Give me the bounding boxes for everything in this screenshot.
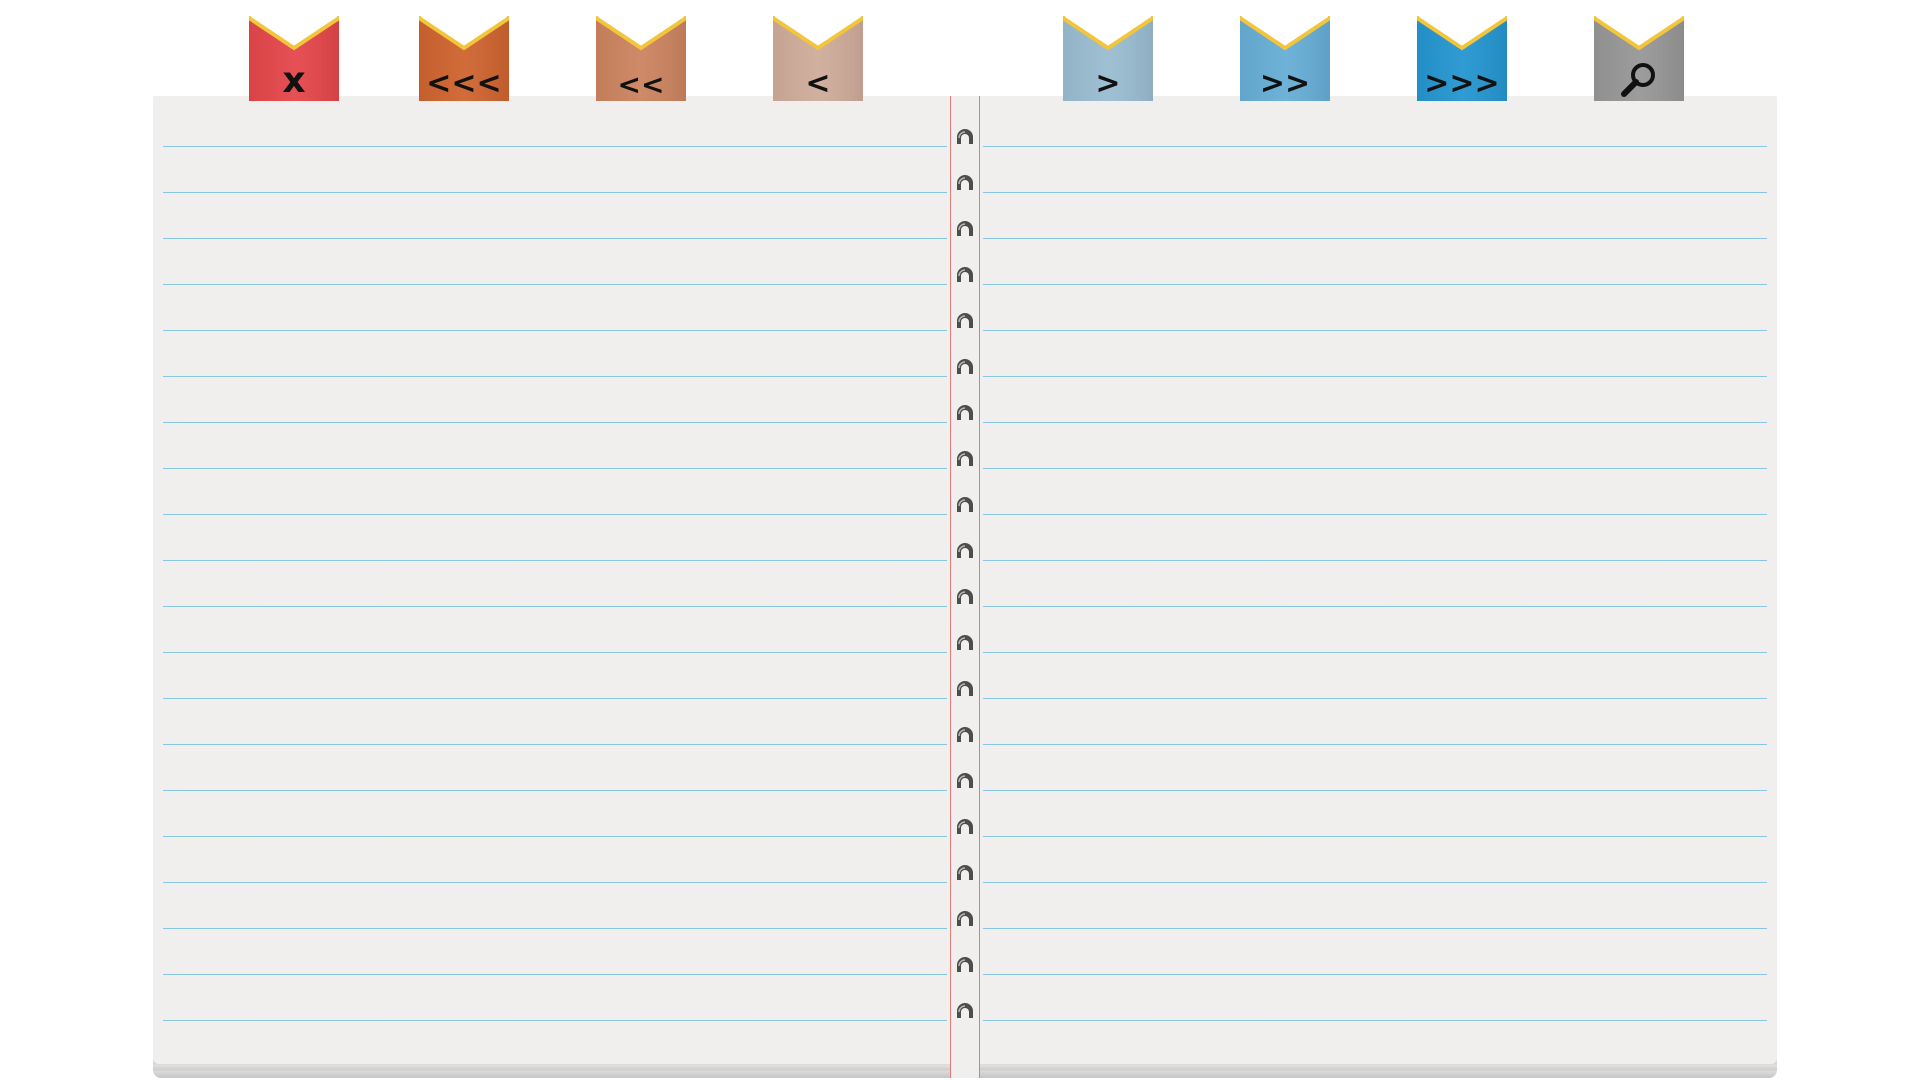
right-page[interactable] xyxy=(979,96,1777,1064)
tab-next[interactable]: > xyxy=(1063,16,1153,101)
spiral-ring xyxy=(957,727,973,742)
left-page[interactable] xyxy=(153,96,951,1064)
magnifier-icon xyxy=(1621,63,1655,97)
tab-close[interactable]: x xyxy=(249,16,339,101)
right-page-rules xyxy=(983,146,1767,1026)
spiral-ring xyxy=(957,221,973,236)
tab-prev[interactable]: < xyxy=(773,16,863,101)
spine-margin-line-left xyxy=(950,96,951,1078)
close-icon: x xyxy=(282,60,306,101)
chevron-right-icon: > xyxy=(1095,66,1121,101)
spiral-ring xyxy=(957,635,973,650)
spiral-ring xyxy=(957,589,973,604)
spiral-ring xyxy=(957,1003,973,1018)
spiral-ring xyxy=(957,175,973,190)
spiral-ring xyxy=(957,129,973,144)
spiral-ring xyxy=(957,819,973,834)
triple-chevron-left-icon: <<< xyxy=(426,66,502,101)
tab-first[interactable]: <<< xyxy=(419,16,509,101)
spiral-ring xyxy=(957,267,973,282)
tab-last[interactable]: >>> xyxy=(1417,16,1507,101)
spiral-ring xyxy=(957,543,973,558)
spiral-ring xyxy=(957,911,973,926)
tab-search[interactable] xyxy=(1594,16,1684,101)
triple-chevron-right-icon: >>> xyxy=(1424,66,1500,101)
notebook xyxy=(153,96,1777,1078)
notebook-app: x <<< << < > >> >>> xyxy=(0,0,1920,1080)
spiral-ring xyxy=(957,405,973,420)
spiral-ring xyxy=(957,359,973,374)
left-page-rules xyxy=(163,146,947,1026)
spine-margin-line-right xyxy=(979,96,980,1078)
tab-back-many[interactable]: << xyxy=(596,16,686,101)
tab-forward-many[interactable]: >> xyxy=(1240,16,1330,101)
spiral-ring xyxy=(957,773,973,788)
notebook-spine xyxy=(950,96,980,1078)
spiral-ring xyxy=(957,313,973,328)
spiral-ring xyxy=(957,451,973,466)
spiral-ring xyxy=(957,497,973,512)
double-chevron-right-icon: >> xyxy=(1259,66,1311,101)
spiral-ring xyxy=(957,681,973,696)
spiral-ring xyxy=(957,865,973,880)
spiral-ring xyxy=(957,957,973,972)
double-chevron-left-icon: << xyxy=(617,68,665,101)
chevron-left-icon: < xyxy=(805,66,831,101)
